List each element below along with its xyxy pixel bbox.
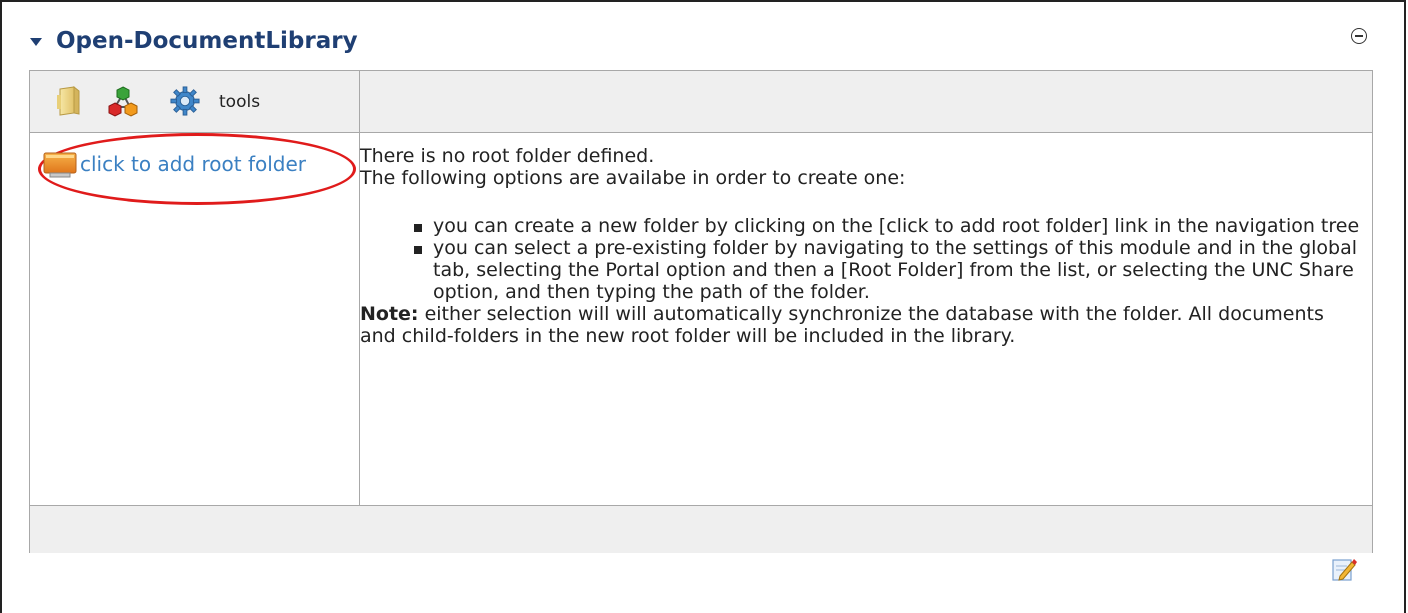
module-title: Open-DocumentLibrary [56, 28, 358, 54]
note-text: either selection will will automatically… [360, 303, 1324, 347]
list-item: you can select a pre-existing folder by … [414, 237, 1365, 303]
folder-icon [43, 152, 77, 178]
options-list: you can create a new folder by clicking … [360, 215, 1365, 303]
content-panel: There is no root folder defined. The fol… [360, 133, 1372, 505]
content-body: There is no root folder defined. The fol… [360, 145, 1365, 347]
footer-row [30, 505, 1372, 553]
collapse-icon[interactable] [1351, 28, 1367, 44]
tools-link[interactable]: tools [219, 92, 260, 112]
gear-icon[interactable] [170, 85, 200, 117]
note-label: Note: [360, 303, 419, 325]
note-paragraph: Note: either selection will will automat… [360, 303, 1365, 347]
hierarchy-icon[interactable] [108, 85, 138, 117]
document-library-table: tools click to add root folder There is … [29, 70, 1373, 553]
module-header: Open-DocumentLibrary [30, 26, 358, 56]
toolbar: tools [30, 71, 360, 132]
document-icon[interactable] [54, 85, 84, 117]
list-item: you can create a new folder by clicking … [414, 215, 1365, 237]
navigation-tree: click to add root folder [30, 133, 360, 505]
expand-arrow-icon[interactable] [30, 38, 42, 46]
options-intro: The following options are availabe in or… [360, 167, 906, 189]
add-root-folder-link[interactable]: click to add root folder [42, 149, 306, 179]
toolbar-row: tools [30, 71, 1372, 133]
edit-pencil-icon[interactable] [1331, 556, 1357, 582]
no-root-message: There is no root folder defined. [360, 145, 655, 167]
add-root-folder-label[interactable]: click to add root folder [80, 152, 306, 176]
